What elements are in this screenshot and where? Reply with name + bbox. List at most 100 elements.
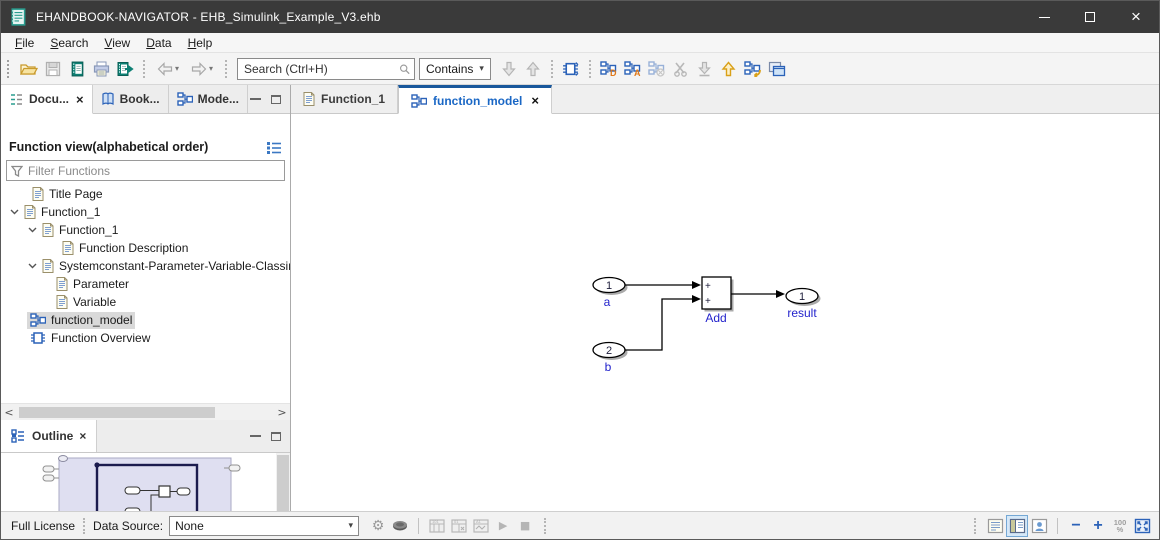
tree-item-label: Function Description xyxy=(79,241,189,255)
tree-item-function-overview[interactable]: Function Overview xyxy=(1,329,290,345)
document-tab-bar: Function_1 function_model × xyxy=(291,85,1159,114)
tab-label: Mode... xyxy=(197,92,239,106)
search-input[interactable] xyxy=(244,61,399,76)
arrow-up-gold-icon xyxy=(721,60,736,76)
add-op-2: + xyxy=(705,296,711,307)
tab-bookmarks[interactable]: Book... xyxy=(93,85,169,113)
experiment-window-button[interactable]: A1 xyxy=(470,515,492,537)
zoom-reset-button[interactable]: 100% xyxy=(1109,515,1131,537)
model-canvas[interactable]: 1 2 1 + + a b Add result xyxy=(291,114,1159,511)
tree-item-function-description[interactable]: Function Description xyxy=(1,239,290,257)
tab-function-model[interactable]: function_model × xyxy=(398,85,552,114)
tree-item-parameter[interactable]: Parameter xyxy=(1,275,290,293)
remove-block-button[interactable] xyxy=(645,57,669,81)
find-previous-button[interactable] xyxy=(521,57,545,81)
left-panel-tab-bar: Docu... × Book... Mode... xyxy=(1,85,290,114)
menu-help[interactable]: Help xyxy=(180,34,221,52)
calibration-window-button[interactable]: 01 xyxy=(448,515,470,537)
open-button[interactable] xyxy=(17,57,41,81)
scroll-left-icon[interactable]: < xyxy=(1,406,17,419)
panel-minimize-icon[interactable] xyxy=(250,435,261,437)
license-status: Full License xyxy=(11,518,76,533)
back-button[interactable]: ▾ xyxy=(151,57,185,81)
tab-documentation[interactable]: Docu... × xyxy=(1,85,93,114)
tree-item-function-1[interactable]: Function_1 xyxy=(1,203,290,221)
data-source-label: Data Source: xyxy=(93,518,164,533)
forward-dropdown-icon[interactable]: ▾ xyxy=(209,64,213,73)
tab-function-1[interactable]: Function_1 xyxy=(291,85,399,113)
outline-vertical-scrollbar[interactable] xyxy=(276,453,290,511)
outline-icon xyxy=(11,429,24,443)
scrollbar-thumb[interactable] xyxy=(19,406,215,418)
tree-item-function-1-child[interactable]: Function_1 xyxy=(1,221,290,239)
contact-view-button[interactable] xyxy=(1028,515,1050,537)
data-source-dropdown[interactable]: None ▾ xyxy=(169,515,360,536)
filter-funnel-icon xyxy=(11,165,23,177)
connector-button[interactable] xyxy=(669,57,693,81)
minimap-thumbnail[interactable] xyxy=(1,453,277,511)
menu-search[interactable]: Search xyxy=(42,34,96,52)
menu-file[interactable]: File xyxy=(7,34,42,52)
gear-icon: ⚙ xyxy=(371,517,385,534)
data-disc-button[interactable] xyxy=(389,515,411,537)
find-next-button[interactable] xyxy=(497,57,521,81)
tab-models[interactable]: Mode... xyxy=(169,85,248,113)
search-box xyxy=(237,57,415,80)
tab-close-icon[interactable]: × xyxy=(531,93,539,108)
export-up-button[interactable] xyxy=(717,57,741,81)
document-view-icon xyxy=(987,518,1003,533)
split-view-button[interactable] xyxy=(1006,514,1028,537)
tree-item-title-page[interactable]: Title Page xyxy=(1,185,290,203)
start-measurement-button[interactable]: ▶ xyxy=(492,515,514,537)
view-menu-icon[interactable] xyxy=(266,141,282,154)
tree-item-variable[interactable]: Variable xyxy=(1,293,290,311)
scroll-right-icon[interactable]: > xyxy=(274,406,290,419)
data-source-settings-button[interactable]: ⚙ xyxy=(367,515,389,537)
print-button[interactable] xyxy=(89,57,113,81)
layout-windows-button[interactable] xyxy=(765,57,789,81)
back-to-block-button[interactable] xyxy=(741,57,765,81)
scrollbar-thumb[interactable] xyxy=(277,455,289,511)
export-handbook-button[interactable] xyxy=(113,57,137,81)
contains-caret-icon: ▾ xyxy=(479,63,484,73)
panel-minimize-icon[interactable] xyxy=(250,98,261,100)
document-icon xyxy=(56,277,68,291)
panel-maximize-icon[interactable] xyxy=(271,431,281,441)
tab-close-icon[interactable]: × xyxy=(79,429,86,443)
main-area: Function_1 function_model × 1 2 1 + + a … xyxy=(291,85,1159,511)
tab-close-icon[interactable]: × xyxy=(76,92,84,107)
tab-outline[interactable]: Outline × xyxy=(1,420,98,452)
close-button[interactable]: × xyxy=(1113,1,1159,33)
goto-definition-button[interactable]: D xyxy=(597,57,621,81)
forward-arrow-icon xyxy=(191,61,207,76)
inport-1-number: 1 xyxy=(606,280,612,292)
filter-functions-input[interactable] xyxy=(28,163,280,178)
goto-application-button[interactable]: A xyxy=(621,57,645,81)
zoom-out-button[interactable]: − xyxy=(1065,515,1087,537)
outline-minimap[interactable] xyxy=(1,453,290,511)
zoom-in-button[interactable]: + xyxy=(1087,515,1109,537)
single-view-button[interactable] xyxy=(984,515,1006,537)
measurement-grid-2-icon: 01 xyxy=(451,519,467,533)
forward-button[interactable]: ▾ xyxy=(185,57,219,81)
inport-2-label: b xyxy=(605,360,612,374)
outline-tab-bar: Outline × xyxy=(1,420,290,453)
model-view-button[interactable] xyxy=(559,57,583,81)
save-button[interactable] xyxy=(41,57,65,81)
tree-horizontal-scrollbar[interactable]: < > xyxy=(1,403,290,420)
open-handbook-button[interactable] xyxy=(65,57,89,81)
stop-measurement-button[interactable]: ■ xyxy=(514,515,536,537)
measure-window-button[interactable]: 101 xyxy=(426,515,448,537)
tree-item-systemconstant[interactable]: Systemconstant-Parameter-Variable-Classi… xyxy=(1,257,290,275)
panel-maximize-icon[interactable] xyxy=(271,94,281,104)
contains-dropdown[interactable]: Contains ▾ xyxy=(419,57,491,80)
tree-item-function-model[interactable]: function_model xyxy=(1,311,290,329)
back-dropdown-icon[interactable]: ▾ xyxy=(175,64,179,73)
fit-to-screen-button[interactable] xyxy=(1131,515,1153,537)
model-chip-icon xyxy=(562,61,580,76)
menu-data[interactable]: Data xyxy=(138,34,179,52)
import-button[interactable] xyxy=(693,57,717,81)
maximize-button[interactable] xyxy=(1067,1,1113,33)
menu-view[interactable]: View xyxy=(96,34,138,52)
minimize-button[interactable] xyxy=(1021,1,1067,33)
